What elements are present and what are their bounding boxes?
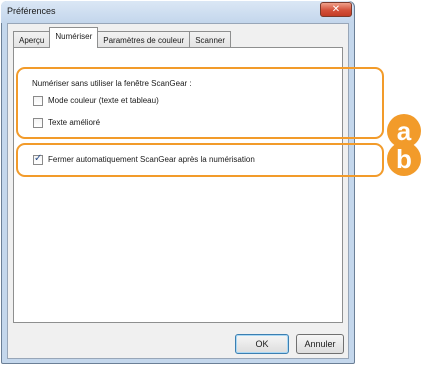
tab-parametres-de-couleur[interactable]: Paramètres de couleur — [97, 31, 191, 48]
tab-scanner[interactable]: Scanner — [189, 31, 231, 48]
ok-button[interactable]: OK — [235, 334, 289, 354]
window-title: Préférences — [7, 6, 56, 16]
tab-numeriser[interactable]: Numériser — [49, 27, 99, 48]
close-icon: ✕ — [331, 3, 341, 15]
cancel-button[interactable]: Annuler — [296, 334, 344, 354]
title-bar[interactable]: Préférences ✕ — [1, 1, 353, 23]
callout-outline-a — [16, 67, 384, 139]
tab-apercu[interactable]: Aperçu — [13, 31, 51, 48]
close-button[interactable]: ✕ — [320, 2, 352, 17]
callout-outline-b — [16, 143, 384, 177]
preferences-dialog: Préférences ✕ Aperçu Numériser Paramètre… — [0, 0, 436, 365]
tab-strip: Aperçu Numériser Paramètres de couleur S… — [13, 27, 231, 48]
callout-badge-b: b — [387, 142, 421, 176]
